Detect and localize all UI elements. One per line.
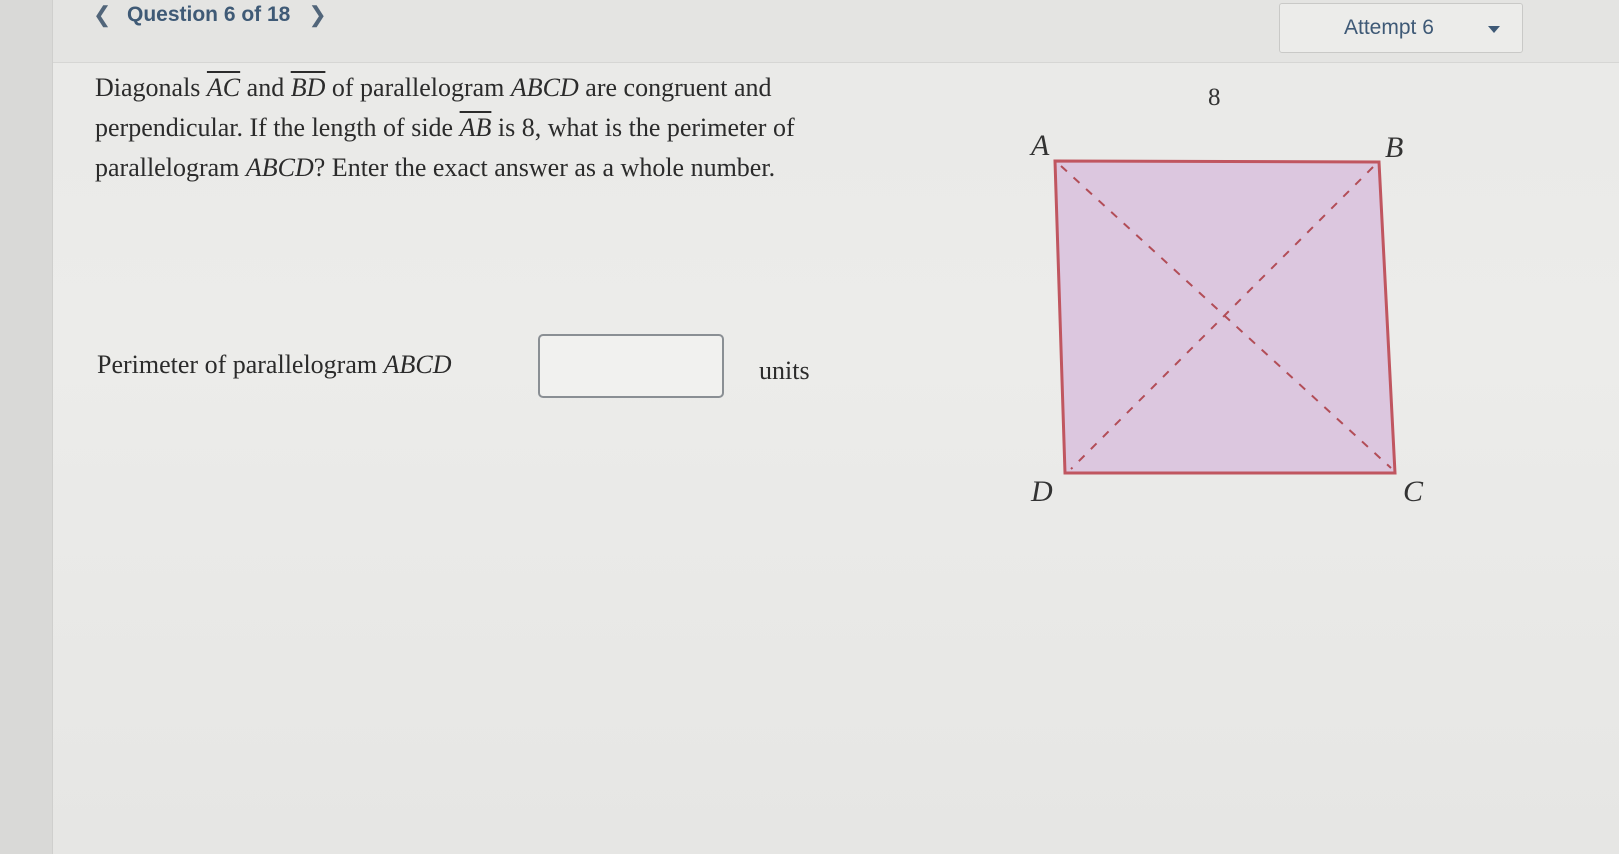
question-paragraph: Diagonals AC and BD of parallelogram ABC… — [95, 68, 835, 188]
parallelogram-figure: 8 A B C D — [1023, 75, 1463, 515]
vertex-b-label: B — [1385, 131, 1403, 164]
segment-ab: AB — [459, 113, 492, 142]
answer-label-prefix: Perimeter of parallelogram — [97, 350, 384, 379]
attempt-dropdown[interactable]: Attempt 6 — [1279, 3, 1523, 53]
top-bar: ❮ Question 6 of 18 ❯ Attempt 6 — [53, 0, 1619, 63]
segment-ac: AC — [206, 73, 241, 102]
caret-down-icon — [1488, 26, 1500, 33]
parallelogram-diagram: 8 A B C D — [1029, 84, 1424, 508]
chevron-right-icon[interactable]: ❯ — [308, 3, 330, 27]
question-page: ❮ Question 6 of 18 ❯ Attempt 6 Diagonals… — [52, 0, 1619, 854]
vertex-d-label: D — [1030, 475, 1053, 508]
question-counter: Question 6 of 18 — [127, 3, 291, 26]
answer-label-variable: ABCD — [383, 350, 452, 379]
question-text-part: and — [240, 73, 291, 102]
question-text-part: ? Enter the exact answer as a whole numb… — [313, 153, 776, 182]
chevron-left-icon[interactable]: ❮ — [93, 3, 115, 27]
question-navigation: ❮ Question 6 of 18 ❯ — [93, 0, 330, 30]
vertex-a-label: A — [1029, 129, 1050, 162]
answer-row: Perimeter of parallelogram ABCD units — [97, 334, 857, 398]
segment-bd: BD — [290, 73, 326, 102]
attempt-label: Attempt 6 — [1344, 16, 1434, 39]
side-length-label: 8 — [1208, 84, 1221, 111]
parallelogram-name: ABCD — [510, 73, 579, 102]
perimeter-answer-input[interactable] — [538, 334, 724, 398]
question-text: Diagonals AC and BD of parallelogram ABC… — [95, 68, 835, 188]
answer-label: Perimeter of parallelogram ABCD — [97, 350, 452, 380]
question-text-part: Diagonals — [95, 73, 207, 102]
units-label: units — [759, 356, 810, 385]
parallelogram-name: ABCD — [245, 153, 314, 182]
vertex-c-label: C — [1403, 475, 1424, 508]
question-text-part: of parallelogram — [325, 73, 511, 102]
